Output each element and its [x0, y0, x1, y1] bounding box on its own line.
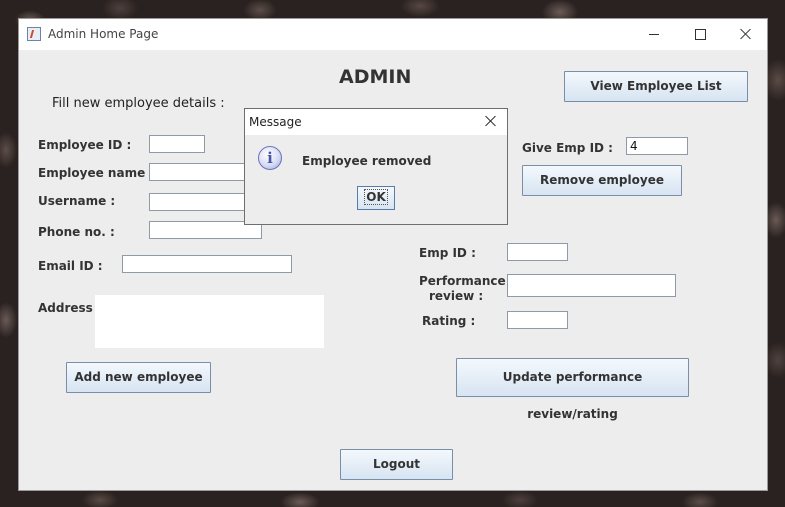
- address-textarea[interactable]: [95, 295, 324, 348]
- performance-review-input[interactable]: [507, 274, 676, 297]
- remove-employee-button[interactable]: Remove employee: [522, 165, 682, 196]
- minimize-icon: [649, 34, 659, 35]
- add-new-employee-button[interactable]: Add new employee: [66, 362, 211, 393]
- info-icon: i: [258, 146, 282, 170]
- address-label: Address :: [38, 301, 102, 315]
- new-employee-subtitle: Fill new employee details :: [52, 96, 225, 111]
- emp-id-label: Emp ID :: [419, 246, 476, 260]
- email-label: Email ID :: [38, 259, 103, 273]
- java-app-icon: [27, 27, 41, 41]
- update-performance-button[interactable]: Update performance review/rating: [456, 358, 689, 421]
- close-button[interactable]: [723, 19, 769, 50]
- give-emp-id-input[interactable]: 4: [626, 137, 688, 155]
- logout-button[interactable]: Logout: [340, 449, 453, 480]
- dialog-message: Employee removed: [302, 154, 432, 168]
- employee-id-label: Employee ID :: [38, 138, 132, 152]
- title-bar[interactable]: Admin Home Page: [19, 19, 767, 50]
- username-label: Username :: [38, 194, 116, 208]
- maximize-button[interactable]: [677, 19, 723, 50]
- message-dialog: Message i Employee removed OK: [244, 108, 508, 225]
- rating-label: Rating :: [422, 314, 476, 328]
- admin-home-window: Admin Home Page ADMIN Fill new employee …: [18, 18, 768, 491]
- page-title: ADMIN: [339, 66, 412, 88]
- dialog-close-icon[interactable]: [485, 115, 497, 127]
- phone-label: Phone no. :: [38, 225, 115, 239]
- performance-review-label-line1: Performance: [419, 274, 506, 288]
- dialog-title: Message: [249, 115, 302, 129]
- employee-name-label: Employee name :: [38, 166, 155, 180]
- minimize-button[interactable]: [631, 19, 677, 50]
- ok-button-label: OK: [364, 189, 388, 205]
- email-input[interactable]: [122, 255, 292, 273]
- window-title: Admin Home Page: [48, 27, 159, 41]
- performance-review-label-line2: review :: [429, 289, 484, 303]
- dialog-title-bar[interactable]: Message: [245, 109, 507, 135]
- emp-id-input[interactable]: [507, 243, 568, 261]
- ok-button[interactable]: OK: [357, 186, 395, 210]
- rating-input[interactable]: [507, 311, 568, 329]
- view-employee-list-button[interactable]: View Employee List: [564, 71, 748, 102]
- employee-id-input[interactable]: [149, 135, 205, 153]
- close-icon: [740, 28, 752, 40]
- maximize-icon: [695, 29, 706, 40]
- give-emp-id-label: Give Emp ID :: [522, 141, 613, 155]
